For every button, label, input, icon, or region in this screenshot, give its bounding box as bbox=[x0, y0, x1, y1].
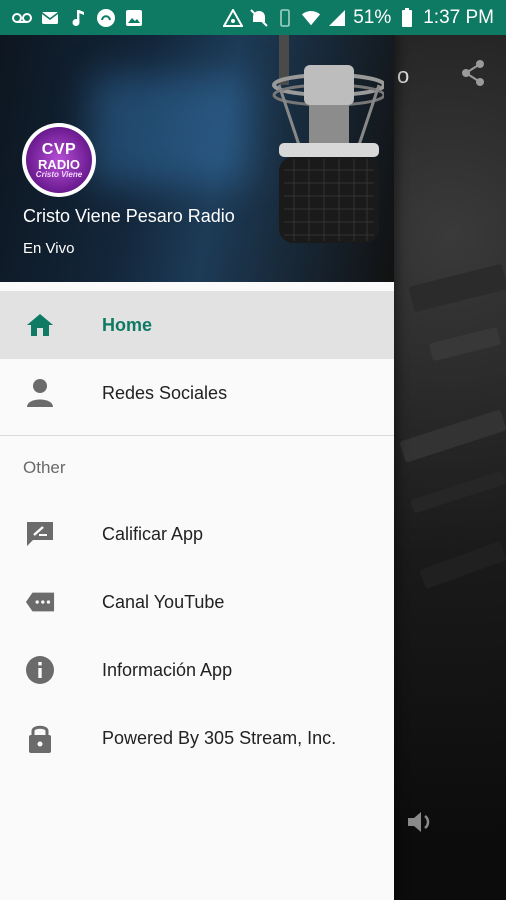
signal-icon bbox=[327, 8, 347, 28]
drawer-header: CVP RADIO Cristo Viene Cristo Viene Pesa… bbox=[0, 35, 394, 282]
mixer-fader bbox=[408, 263, 506, 313]
phone-screen: 51% 1:37 PM o CVP RADIO Cristo Viene Cri… bbox=[0, 0, 506, 900]
navigation-drawer: CVP RADIO Cristo Viene Cristo Viene Pesa… bbox=[0, 35, 394, 900]
data-saver-icon bbox=[223, 8, 244, 28]
menu-item-label: Powered By 305 Stream, Inc. bbox=[102, 727, 337, 748]
mixer-fader bbox=[410, 470, 506, 514]
mixer-fader bbox=[399, 409, 506, 463]
logo-text: RADIO bbox=[38, 156, 80, 172]
menu-item-label: Información App bbox=[102, 659, 233, 680]
status-bar-system: 51% 1:37 PM bbox=[223, 7, 494, 29]
menu-item-canal-youtube[interactable]: Canal YouTube bbox=[0, 568, 394, 636]
menu-item-label: Calificar App bbox=[102, 523, 204, 544]
rate-review-icon bbox=[25, 519, 55, 549]
battery-percent: 51% bbox=[353, 6, 392, 28]
image-icon bbox=[124, 8, 144, 28]
section-header-other: Other bbox=[23, 458, 66, 477]
station-logo: CVP RADIO Cristo Viene bbox=[22, 123, 96, 197]
station-subtitle: En Vivo bbox=[23, 240, 75, 257]
voicemail-icon bbox=[12, 8, 32, 28]
mixer-fader bbox=[428, 326, 502, 362]
mail-icon bbox=[40, 8, 60, 28]
home-icon bbox=[25, 310, 55, 340]
lock-icon bbox=[25, 723, 55, 753]
video-label-icon bbox=[25, 587, 55, 617]
station-name: Cristo Viene Pesaro Radio bbox=[23, 206, 235, 226]
menu-item-label: Home bbox=[102, 314, 153, 335]
person-icon bbox=[25, 378, 55, 408]
menu-item-powered-by[interactable]: Powered By 305 Stream, Inc. bbox=[0, 704, 394, 772]
drawer-menu: Home Redes Sociales Other Calificar App bbox=[0, 282, 394, 772]
mixer-fader bbox=[419, 540, 506, 590]
menu-item-redes-sociales[interactable]: Redes Sociales bbox=[0, 359, 394, 427]
vibrate-icon bbox=[275, 8, 295, 28]
app-notification-icon bbox=[96, 8, 116, 28]
share-icon[interactable] bbox=[458, 58, 488, 88]
toolbar-title-fragment: o bbox=[397, 63, 410, 88]
volume-icon[interactable] bbox=[405, 807, 435, 837]
menu-item-label: Redes Sociales bbox=[102, 382, 228, 403]
wifi-icon bbox=[301, 8, 321, 28]
microphone-image bbox=[272, 35, 384, 243]
mute-icon bbox=[249, 8, 269, 28]
menu-item-home[interactable]: Home bbox=[0, 291, 394, 359]
clock: 1:37 PM bbox=[423, 6, 494, 28]
status-bar-notifications bbox=[12, 8, 144, 28]
menu-item-label: Canal YouTube bbox=[102, 591, 225, 612]
menu-item-informacion-app[interactable]: Información App bbox=[0, 636, 394, 704]
menu-item-calificar-app[interactable]: Calificar App bbox=[0, 500, 394, 568]
status-bar: 51% 1:37 PM bbox=[0, 0, 506, 35]
info-icon bbox=[25, 655, 55, 685]
logo-text: CVP bbox=[41, 140, 77, 158]
music-note-icon bbox=[68, 8, 88, 28]
logo-text: Cristo Viene bbox=[35, 169, 83, 179]
battery-icon bbox=[397, 7, 417, 28]
